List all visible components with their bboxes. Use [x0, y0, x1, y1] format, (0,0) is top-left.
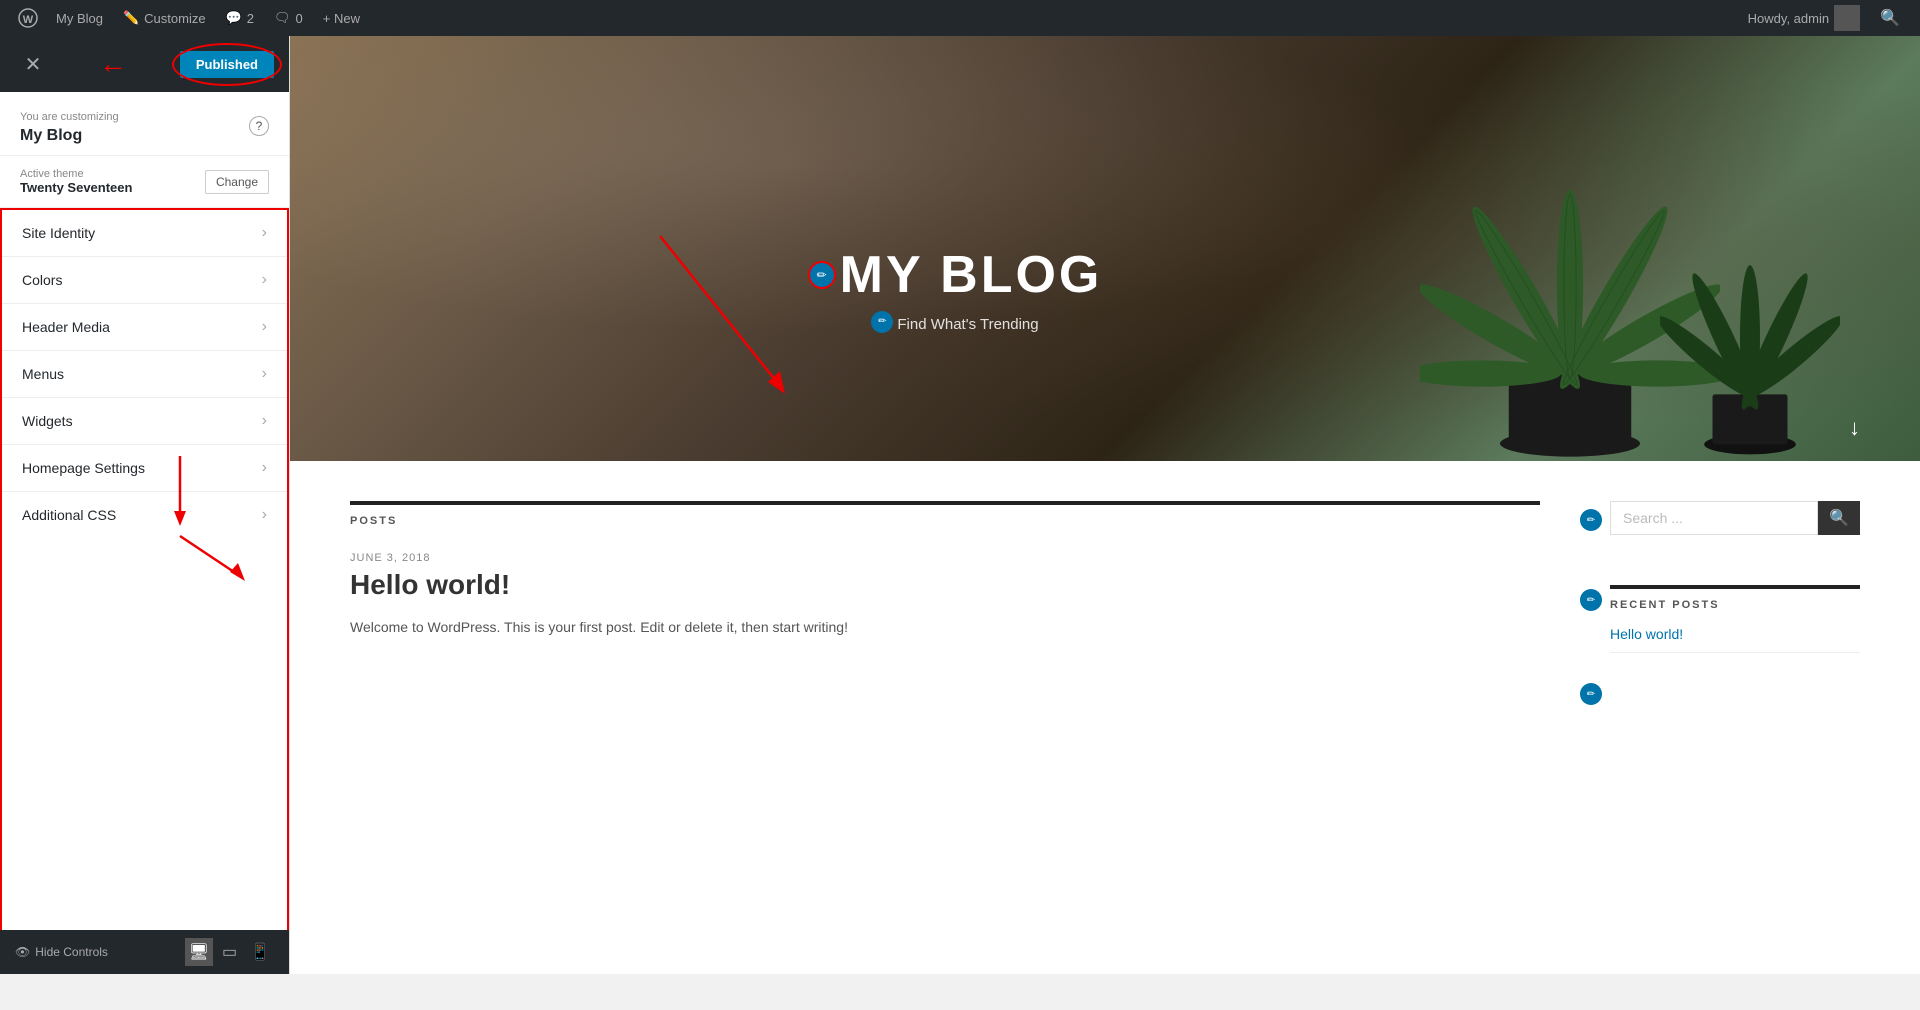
chevron-right-icon: ›: [262, 365, 267, 383]
close-button[interactable]: ✕: [15, 46, 51, 82]
menu-item-header-media[interactable]: Header Media ›: [2, 304, 287, 351]
new-content-label: + New: [323, 11, 360, 26]
customizer-sidebar: ✕ ← Published You are customizing My Blo…: [0, 36, 290, 974]
search-icon[interactable]: 🔍: [1870, 8, 1910, 28]
customize-link[interactable]: ✏️ Customize: [113, 0, 216, 36]
help-icon[interactable]: ?: [249, 116, 269, 136]
comment-icon: 💬: [226, 10, 242, 26]
menu-item-homepage-settings[interactable]: Homepage Settings ›: [2, 445, 287, 492]
succulent-small: [1660, 211, 1840, 461]
edit-recent-posts-icon[interactable]: ✏: [1580, 589, 1602, 611]
howdy-text: Howdy, admin: [1738, 5, 1870, 31]
pencil-icon: ✏️: [123, 10, 139, 26]
hero-subtitle: Find What's Trending: [897, 316, 1038, 333]
preview-content: ✏ MY BLOG ✏ Find What's Trending ↓: [290, 36, 1920, 974]
site-identity-label: Site Identity: [22, 225, 95, 241]
desktop-preview-button[interactable]: 🖥: [185, 938, 213, 966]
comments-link[interactable]: 💬 2: [216, 0, 264, 36]
mobile-preview-button[interactable]: 📱: [246, 938, 274, 966]
scroll-down-indicator: ↓: [1849, 415, 1860, 441]
menu-item-widgets[interactable]: Widgets ›: [2, 398, 287, 445]
customizer-footer: 👁 Hide Controls 🖥 ▭ 📱: [0, 930, 289, 974]
sidebar-column: ✏ 🔍 ✏ RECENT POSTS Hello world!: [1580, 501, 1860, 705]
preview-controls: 🖥 ▭ 📱: [185, 938, 274, 966]
new-content-link[interactable]: + New: [313, 0, 370, 36]
menu-item-menus[interactable]: Menus ›: [2, 351, 287, 398]
customizing-label: You are customizing: [20, 111, 119, 123]
active-theme-label: Active theme: [20, 168, 132, 180]
menu-item-colors[interactable]: Colors ›: [2, 257, 287, 304]
menu-item-site-identity[interactable]: Site Identity ›: [2, 210, 287, 257]
menu-item-additional-css[interactable]: Additional CSS ›: [2, 492, 287, 538]
preview-area: ✏ MY BLOG ✏ Find What's Trending ↓: [290, 36, 1920, 974]
edit-title-icon[interactable]: ✏: [808, 261, 836, 289]
widgets-label: Widgets: [22, 413, 73, 429]
recent-posts-widget: RECENT POSTS Hello world!: [1610, 585, 1860, 653]
my-blog-link[interactable]: My Blog: [46, 0, 113, 36]
chevron-right-icon: ›: [262, 506, 267, 524]
svg-text:W: W: [23, 14, 34, 26]
search-widget: 🔍: [1610, 501, 1860, 535]
theme-info: Active theme Twenty Seventeen: [20, 168, 132, 195]
publish-button[interactable]: Published: [180, 51, 274, 78]
comment-zero-count: 0: [296, 11, 303, 26]
my-blog-label: My Blog: [56, 11, 103, 26]
recent-posts-title: RECENT POSTS: [1610, 585, 1860, 611]
colors-label: Colors: [22, 272, 62, 288]
header-media-label: Header Media: [22, 319, 110, 335]
edit-subtitle-icon[interactable]: ✏: [871, 311, 893, 333]
blog-content-area: POSTS JUNE 3, 2018 Hello world! Welcome …: [290, 461, 1920, 745]
comment-zero-icon: 🗨: [274, 10, 291, 26]
post-title[interactable]: Hello world!: [350, 569, 1540, 601]
chevron-right-icon: ›: [262, 412, 267, 430]
avatar: [1834, 5, 1860, 31]
customizer-menu: Site Identity › Colors › Header Media › …: [0, 208, 289, 974]
menus-label: Menus: [22, 366, 64, 382]
customize-label: Customize: [144, 11, 205, 26]
recent-post-item[interactable]: Hello world!: [1610, 626, 1860, 653]
posts-header: POSTS: [350, 501, 1540, 527]
chevron-right-icon: ›: [262, 271, 267, 289]
wp-admin-bar: W My Blog ✏️ Customize 💬 2 🗨 0 + New How…: [0, 0, 1920, 36]
publish-btn-wrapper: Published: [180, 51, 274, 78]
chevron-right-icon: ›: [262, 224, 267, 242]
hero-title: MY BLOG: [840, 245, 1103, 305]
edit-bottom-icon[interactable]: ✏: [1580, 683, 1602, 705]
comments-count: 2: [247, 11, 254, 26]
search-submit-button[interactable]: 🔍: [1818, 501, 1860, 535]
arrow-left-annotation: ←: [99, 48, 127, 80]
hide-controls-label: Hide Controls: [35, 945, 108, 959]
change-theme-button[interactable]: Change: [205, 170, 269, 194]
comment-zero-link[interactable]: 🗨 0: [264, 0, 313, 36]
homepage-settings-label: Homepage Settings: [22, 460, 145, 476]
additional-css-label: Additional CSS: [22, 507, 116, 523]
theme-section: Active theme Twenty Seventeen Change: [0, 156, 289, 208]
hide-controls-button[interactable]: 👁 Hide Controls: [15, 945, 108, 959]
chevron-right-icon: ›: [262, 459, 267, 477]
blog-title-overlay: ✏ MY BLOG ✏ Find What's Trending: [808, 245, 1103, 333]
tablet-preview-button[interactable]: ▭: [218, 938, 241, 966]
wp-logo[interactable]: W: [10, 0, 46, 36]
blog-hero: ✏ MY BLOG ✏ Find What's Trending ↓: [290, 36, 1920, 461]
edit-search-widget-icon[interactable]: ✏: [1580, 509, 1602, 531]
posts-column: POSTS JUNE 3, 2018 Hello world! Welcome …: [350, 501, 1540, 705]
post-date: JUNE 3, 2018: [350, 552, 1540, 564]
theme-name: Twenty Seventeen: [20, 180, 132, 195]
chevron-right-icon: ›: [262, 318, 267, 336]
customizer-info: You are customizing My Blog ?: [0, 92, 289, 156]
eye-icon: 👁: [15, 945, 30, 959]
customizer-header: ✕ ← Published: [0, 36, 289, 92]
blog-title: My Blog: [20, 127, 82, 145]
search-input[interactable]: [1610, 501, 1818, 535]
main-layout: ✕ ← Published You are customizing My Blo…: [0, 36, 1920, 974]
post-excerpt: Welcome to WordPress. This is your first…: [350, 616, 1540, 638]
